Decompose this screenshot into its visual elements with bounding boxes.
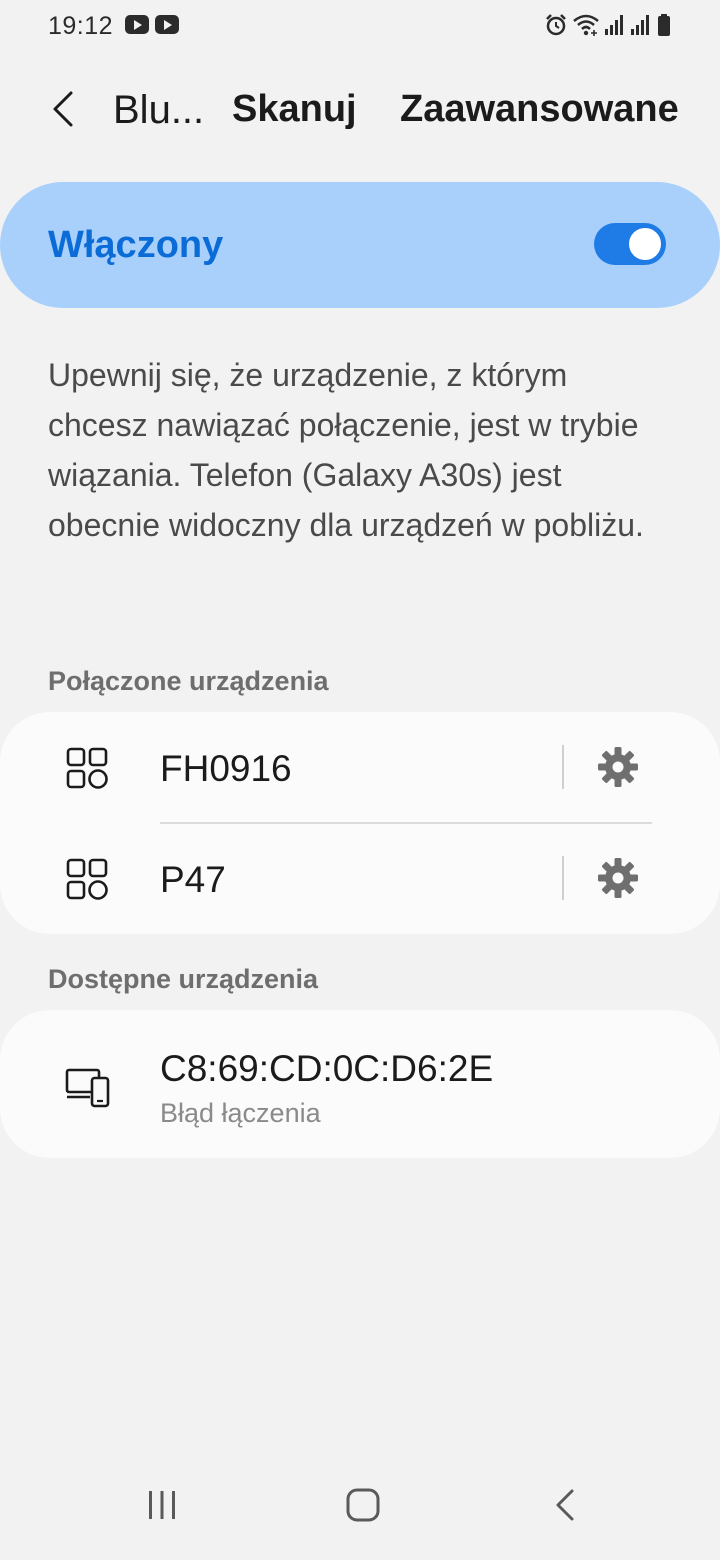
- device-name: FH0916: [160, 748, 292, 789]
- recent-apps-icon: [149, 1491, 175, 1519]
- back-icon: [556, 1489, 574, 1521]
- battery-icon: [658, 14, 670, 36]
- back-button[interactable]: [40, 86, 86, 132]
- device-settings-button[interactable]: [594, 743, 642, 791]
- advanced-button[interactable]: Zaawansowane: [400, 88, 679, 131]
- switch-knob: [627, 226, 663, 262]
- gear-icon: [598, 747, 638, 787]
- device-row[interactable]: P47: [0, 823, 720, 934]
- alarm-icon: [546, 14, 566, 36]
- wifi-icon: [573, 14, 599, 36]
- device-name: P47: [160, 859, 226, 900]
- navigation-bar: [0, 1460, 720, 1560]
- youtube-icon: [155, 15, 179, 34]
- divider: [562, 856, 564, 900]
- device-row[interactable]: C8:69:CD:0C:D6:2E Błąd łączenia: [0, 1010, 720, 1158]
- device-status: Błąd łączenia: [160, 1098, 321, 1128]
- apps-icon: [66, 858, 108, 900]
- recent-apps-button[interactable]: [132, 1480, 192, 1530]
- app-header: Blu... Skanuj Zaawansowane: [0, 70, 720, 150]
- devices-icon: [65, 1068, 110, 1108]
- device-settings-button[interactable]: [594, 854, 642, 902]
- connected-devices-header: Połączone urządzenia: [48, 666, 329, 696]
- apps-icon: [66, 747, 108, 789]
- toggle-label: Włączony: [48, 224, 224, 266]
- device-name: C8:69:CD:0C:D6:2E: [160, 1048, 494, 1089]
- pairing-description: Upewnij się, że urządzenie, z którym chc…: [48, 357, 644, 543]
- device-row[interactable]: FH0916: [0, 712, 720, 824]
- page-title: Blu...: [113, 88, 205, 132]
- youtube-icon: [125, 15, 149, 34]
- scan-button[interactable]: Skanuj: [232, 88, 357, 131]
- available-devices-header: Dostępne urządzenia: [48, 964, 319, 994]
- gear-icon: [598, 858, 638, 898]
- status-bar: 19:12: [0, 0, 720, 52]
- signal-icon: [605, 15, 623, 35]
- home-button[interactable]: [333, 1480, 393, 1530]
- connected-devices-card: FH0916 P47: [0, 712, 720, 934]
- divider: [562, 745, 564, 789]
- nav-back-button[interactable]: [535, 1480, 595, 1530]
- status-time: 19:12: [48, 12, 114, 40]
- bluetooth-switch[interactable]: [594, 223, 666, 265]
- bluetooth-toggle-card[interactable]: Włączony: [0, 182, 720, 308]
- available-devices-card: C8:69:CD:0C:D6:2E Błąd łączenia: [0, 1010, 720, 1158]
- system-status-icons: [544, 10, 672, 40]
- signal-icon: [631, 15, 649, 35]
- chevron-left-icon: [53, 91, 73, 127]
- home-icon: [346, 1488, 380, 1522]
